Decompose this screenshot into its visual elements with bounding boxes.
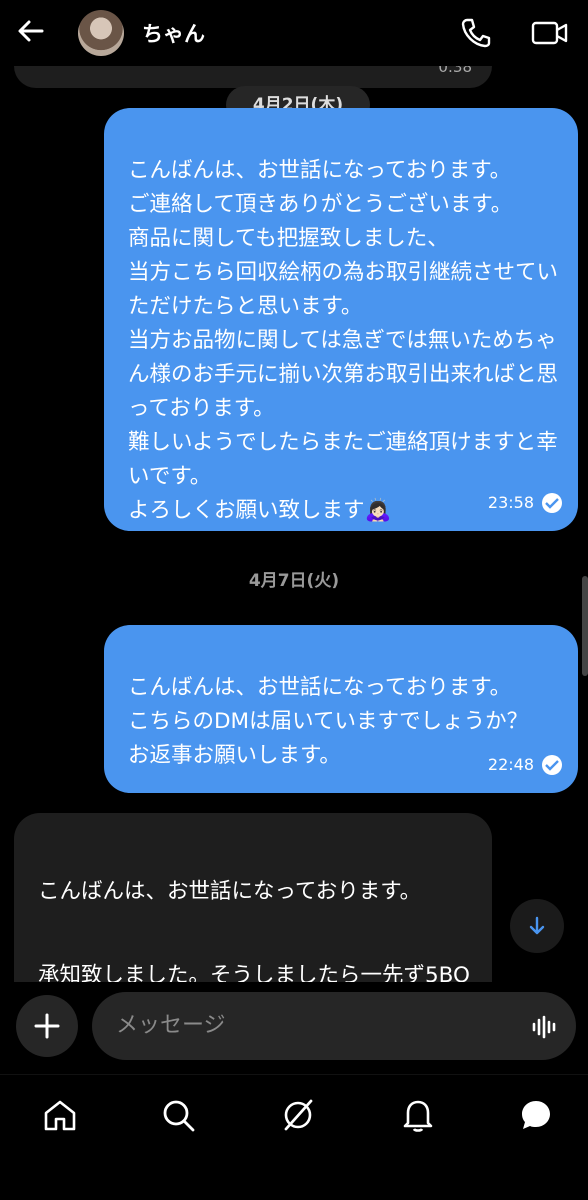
bottom-navigation: [0, 1074, 588, 1200]
message-meta: 22:48: [488, 748, 562, 782]
phone-icon[interactable]: [458, 15, 494, 51]
contact-name[interactable]: ちゃん: [142, 18, 205, 48]
search-icon[interactable]: [158, 1095, 198, 1135]
outgoing-message-bubble[interactable]: こんばんは、お世話になっております。 こちらのDMは届いていますでしょうか？ お…: [104, 625, 578, 793]
message-input-placeholder: メッセージ: [116, 1013, 226, 1038]
video-call-icon[interactable]: [530, 15, 570, 51]
incoming-message-bubble[interactable]: こんばんは、お世話になっております。 承知致しました。そうしましたら一先ず5BO…: [14, 813, 492, 982]
message-text: こんばんは、お世話になっております。 ご連絡して頂きありがとうございます。 商品…: [128, 158, 559, 523]
add-attachment-button[interactable]: [16, 995, 78, 1057]
plus-icon: [34, 1013, 60, 1039]
read-check-icon: [542, 493, 562, 513]
date-separator: 4月7日(火): [248, 571, 340, 591]
back-arrow-icon[interactable]: [14, 14, 48, 48]
message-timestamp: 23:58: [487, 493, 534, 512]
message-timestamp: 22:48: [487, 755, 534, 774]
outgoing-message-bubble[interactable]: こんばんは、お世話になっております。 ご連絡して頂きありがとうございます。 商品…: [104, 108, 578, 531]
message-text: こんばんは、お世話になっております。 承知致しました。そうしましたら一先ず5BO…: [38, 879, 470, 982]
notifications-icon[interactable]: [398, 1095, 438, 1135]
message-input[interactable]: メッセージ: [92, 992, 576, 1060]
home-icon[interactable]: [40, 1095, 80, 1135]
messages-icon[interactable]: [516, 1095, 556, 1135]
chat-thread[interactable]: 0:38 4月2日(木) こんばんは、お世話になっております。 ご連絡して頂きあ…: [0, 0, 588, 982]
scroll-to-bottom-button[interactable]: [510, 899, 564, 953]
read-check-icon: [542, 755, 562, 775]
message-meta: 23:58: [488, 486, 562, 520]
arrow-down-icon: [529, 916, 545, 935]
voice-message-icon[interactable]: [532, 1014, 558, 1040]
message-text: こんばんは、お世話になっております。 こちらのDMは届いていますでしょうか？ お…: [128, 675, 529, 768]
avatar[interactable]: [78, 10, 124, 56]
grok-icon[interactable]: [278, 1095, 318, 1135]
scrollbar[interactable]: [582, 576, 588, 676]
chat-header: ちゃん: [0, 0, 588, 66]
